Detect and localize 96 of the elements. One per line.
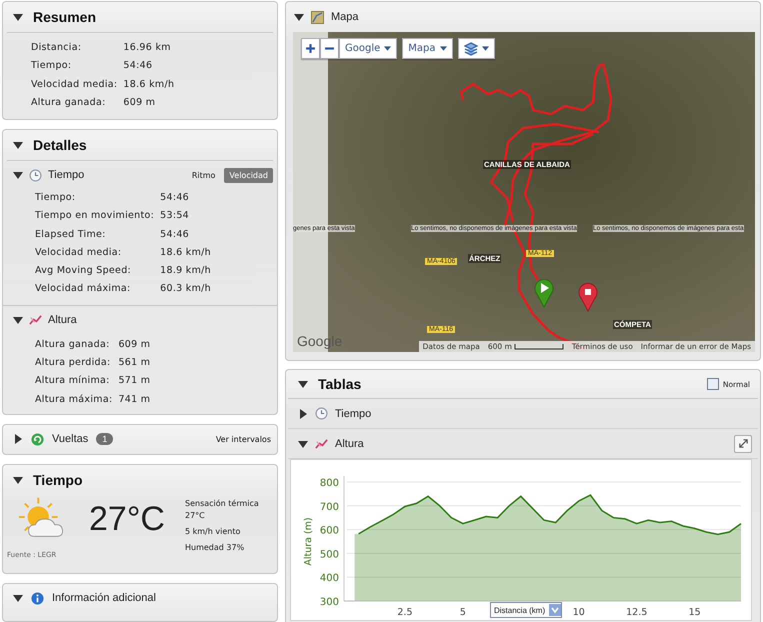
panel-title: Tablas [318,376,362,392]
normal-checkbox[interactable] [706,378,719,390]
stat-label: Altura máxima: [35,392,112,407]
count-badge: 1 [96,433,114,446]
panel-title: Resumen [33,9,96,25]
section-title: Información adicional [52,592,156,604]
panel-title: Mapa [331,11,359,23]
stat-label: Elapsed Time: [35,228,107,242]
stat-value: 571 m [118,374,150,388]
elevation-icon [29,313,42,326]
collapse-arrow-icon[interactable] [13,170,23,180]
x-tick-label: 5 [460,607,466,618]
stat-value: 561 m [118,356,150,370]
caret-icon [482,46,488,51]
feels-like-label: Sensación térmica [185,498,259,510]
collapse-arrow-icon[interactable] [298,379,308,389]
stat-label: Altura ganada: [35,338,111,352]
collapse-arrow-icon[interactable] [13,314,23,325]
elevation-icon [315,437,328,450]
stat-label: Avg Moving Speed: [35,264,132,278]
map-type-dropdown[interactable]: Mapa [402,38,452,59]
section-title: Vueltas [52,433,88,446]
clock-icon [29,168,42,182]
stat-label: Altura perdida: [35,356,112,370]
x-tick-label: 15 [688,607,701,618]
expand-icon [738,438,748,449]
stat-label: Altura mínima: [35,374,111,388]
fullscreen-button[interactable] [734,434,752,452]
stat-value: 609 m [123,96,156,110]
intervals-link[interactable]: Ver intervalos [216,434,271,444]
x-tick-label: 10 [572,607,585,618]
stat-label: Velocidad media: [35,246,122,260]
y-axis-title: Altura (m) [303,517,314,566]
zoom-in-button[interactable] [301,38,320,59]
stat-value: 16.96 km [123,41,172,55]
temperature: 27°C [89,500,166,539]
stat-value: 741 m [118,392,150,407]
caret-icon [384,46,392,51]
y-tick-label: 800 [320,478,339,489]
stat-value: 54:46 [160,228,190,242]
x-tick-label: 2.5 [397,607,412,618]
stat-value: 18.6 km/h [160,246,211,260]
stat-label: Altura ganada: [31,96,107,110]
humidity-text: Humedad 37% [185,542,246,554]
unit-toggle[interactable]: Velocidad [224,168,273,182]
provider-dropdown[interactable]: Google [339,38,398,59]
collapse-arrow-icon[interactable] [13,140,23,150]
x-tick-label: 12.5 [626,607,648,618]
feels-like-value: 27°C [185,510,206,522]
stat-value: 18.9 km/h [160,264,211,278]
expand-arrow-icon[interactable] [13,434,23,444]
stat-value: 53:54 [160,209,190,224]
panel-title: Detalles [33,137,87,153]
y-tick-label: 700 [320,502,339,513]
collapse-arrow-icon[interactable] [13,474,23,485]
y-tick-label: 600 [320,526,339,537]
expand-arrow-icon[interactable] [298,408,308,418]
plus-icon [305,43,316,54]
stat-value: 54:46 [123,59,154,74]
collapse-arrow-icon[interactable] [298,438,308,448]
stat-label: Tiempo: [31,59,72,74]
stat-label: Tiempo en movimiento: [35,209,154,224]
stat-value: 54:46 [160,191,190,205]
section-title: Altura [335,438,364,450]
section-title: Tiempo [335,408,372,420]
y-tick-label: 400 [320,573,339,584]
scale-bar-icon [514,344,564,350]
collapse-arrow-icon[interactable] [13,12,23,22]
clock-icon [315,407,328,420]
stat-value: 18.6 km/h [123,78,174,92]
x-axis-select[interactable]: Distancia (km) [490,602,562,618]
stat-value: 609 m [118,338,150,352]
info-icon [31,592,44,605]
stat-label: Velocidad media: [31,78,118,92]
layers-icon [464,42,478,56]
map-icon [311,10,324,24]
stat-label: Tiempo: [35,191,76,205]
section-title: Altura [48,314,77,326]
laps-icon [31,432,44,446]
layers-dropdown[interactable] [458,38,494,59]
stat-label: Distancia: [31,41,82,55]
y-tick-label: 500 [320,549,339,560]
y-tick-label: 300 [320,597,339,608]
unit-toggle[interactable]: Ritmo [186,168,220,182]
x-axis-title: Distancia (km) [494,606,546,614]
end-marker-icon[interactable] [578,282,598,312]
panel-title: Tiempo [33,472,83,488]
start-marker-icon[interactable] [534,278,554,308]
stat-value: 60.3 km/h [160,282,211,296]
stat-label: Velocidad máxima: [35,282,132,296]
wind-text: 5 km/h viento [185,526,242,538]
collapse-arrow-icon[interactable] [13,593,23,604]
collapse-arrow-icon[interactable] [294,12,304,22]
caret-icon [440,46,446,51]
zoom-out-button[interactable] [320,38,339,59]
section-title: Tiempo [48,169,84,181]
